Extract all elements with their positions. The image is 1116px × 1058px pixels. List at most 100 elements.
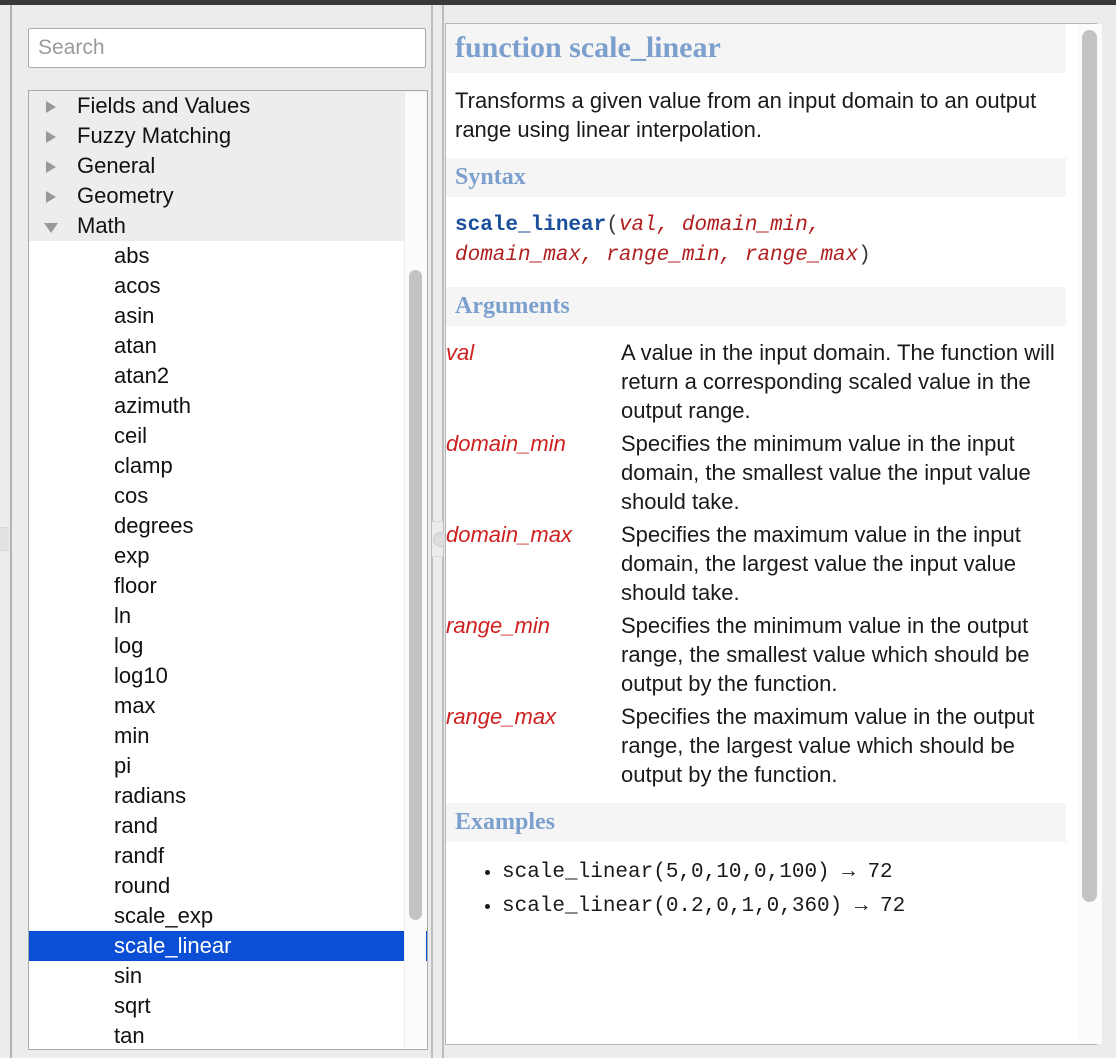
example-item: scale_linear(5,0,10,0,100) → 72 bbox=[502, 856, 1066, 890]
tree-item-atan[interactable]: atan bbox=[29, 331, 427, 361]
argument-row: range_minSpecifies the minimum value in … bbox=[446, 611, 1066, 702]
tree-category-fields-and-values[interactable]: Fields and Values bbox=[29, 91, 427, 121]
tree-item-label: atan bbox=[114, 331, 157, 361]
tree-item-label: acos bbox=[114, 271, 160, 301]
tree-item-min[interactable]: min bbox=[29, 721, 427, 751]
tree-item-label: ceil bbox=[114, 421, 147, 451]
tree-item-label: floor bbox=[114, 571, 157, 601]
tree-item-label: scale_linear bbox=[114, 931, 231, 961]
tree-item-label: abs bbox=[114, 241, 149, 271]
tree-scrollbar-track[interactable] bbox=[404, 92, 426, 1048]
doc-description: Transforms a given value from an input d… bbox=[446, 73, 1066, 158]
tree-item-label: asin bbox=[114, 301, 154, 331]
tree-item-label: azimuth bbox=[114, 391, 191, 421]
tree-item-tan[interactable]: tan bbox=[29, 1021, 427, 1049]
tree-item-label: log10 bbox=[114, 661, 168, 691]
chevron-right-icon[interactable] bbox=[46, 191, 56, 203]
syntax-close-paren: ) bbox=[858, 244, 871, 267]
tree-item-rand[interactable]: rand bbox=[29, 811, 427, 841]
tree-item-radians[interactable]: radians bbox=[29, 781, 427, 811]
doc-scrollbar-thumb[interactable] bbox=[1082, 30, 1097, 902]
tree-item-label: round bbox=[114, 871, 170, 901]
tree-item-floor[interactable]: floor bbox=[29, 571, 427, 601]
tree-item-label: radians bbox=[114, 781, 186, 811]
tree-item-log[interactable]: log bbox=[29, 631, 427, 661]
function-browser-panel: Fields and ValuesFuzzy MatchingGeneralGe… bbox=[12, 5, 430, 1058]
argument-name: val bbox=[446, 338, 621, 429]
tree-item-exp[interactable]: exp bbox=[29, 541, 427, 571]
tree-category-label: Fuzzy Matching bbox=[77, 121, 231, 151]
examples-list: scale_linear(5,0,10,0,100) → 72scale_lin… bbox=[446, 856, 1066, 924]
tree-item-ceil[interactable]: ceil bbox=[29, 421, 427, 451]
left-splitter-grip[interactable] bbox=[0, 527, 9, 551]
tree-item-cos[interactable]: cos bbox=[29, 481, 427, 511]
tree-item-ln[interactable]: ln bbox=[29, 601, 427, 631]
examples-heading: Examples bbox=[446, 803, 1066, 842]
splitter-grip[interactable] bbox=[432, 521, 443, 557]
tree-category-math[interactable]: Math bbox=[29, 211, 427, 241]
tree-item-degrees[interactable]: degrees bbox=[29, 511, 427, 541]
tree-item-label: sin bbox=[114, 961, 142, 991]
tree-item-atan2[interactable]: atan2 bbox=[29, 361, 427, 391]
tree-item-azimuth[interactable]: azimuth bbox=[29, 391, 427, 421]
chevron-right-icon[interactable] bbox=[46, 101, 56, 113]
doc-title: function scale_linear bbox=[446, 24, 1066, 73]
tree-item-abs[interactable]: abs bbox=[29, 241, 427, 271]
syntax-args-line2: domain_max, range_min, range_max bbox=[455, 244, 858, 267]
tree-item-label: degrees bbox=[114, 511, 194, 541]
tree-item-label: ln bbox=[114, 601, 131, 631]
tree-item-asin[interactable]: asin bbox=[29, 301, 427, 331]
tree-category-label: Fields and Values bbox=[77, 91, 250, 121]
tree-item-label: tan bbox=[114, 1021, 145, 1049]
function-tree-list: Fields and ValuesFuzzy MatchingGeneralGe… bbox=[29, 91, 427, 1049]
syntax-heading: Syntax bbox=[446, 158, 1066, 197]
tree-scrollbar-thumb[interactable] bbox=[409, 270, 422, 920]
function-tree[interactable]: Fields and ValuesFuzzy MatchingGeneralGe… bbox=[28, 90, 428, 1050]
argument-name: domain_max bbox=[446, 520, 621, 611]
documentation-panel: function scale_linear Transforms a given… bbox=[445, 23, 1097, 1045]
tree-item-sin[interactable]: sin bbox=[29, 961, 427, 991]
tree-category-general[interactable]: General bbox=[29, 151, 427, 181]
tree-item-randf[interactable]: randf bbox=[29, 841, 427, 871]
syntax-args-line1: val, domain_min, bbox=[619, 214, 821, 237]
argument-name: range_max bbox=[446, 702, 621, 793]
example-item: scale_linear(0.2,0,1,0,360) → 72 bbox=[502, 890, 1066, 924]
syntax-block: scale_linear(val, domain_min, domain_max… bbox=[446, 197, 1066, 287]
tree-item-label: pi bbox=[114, 751, 131, 781]
tree-item-round[interactable]: round bbox=[29, 871, 427, 901]
tree-item-scale_exp[interactable]: scale_exp bbox=[29, 901, 427, 931]
tree-category-label: General bbox=[77, 151, 155, 181]
tree-category-label: Math bbox=[77, 211, 126, 241]
argument-row: domain_maxSpecifies the maximum value in… bbox=[446, 520, 1066, 611]
tree-category-label: Geometry bbox=[77, 181, 174, 211]
tree-item-pi[interactable]: pi bbox=[29, 751, 427, 781]
tree-item-scale_linear[interactable]: scale_linear bbox=[29, 931, 427, 961]
argument-name: domain_min bbox=[446, 429, 621, 520]
tree-item-label: log bbox=[114, 631, 143, 661]
left-edge-splitter[interactable] bbox=[0, 5, 10, 1058]
tree-category-geometry[interactable]: Geometry bbox=[29, 181, 427, 211]
tree-item-sqrt[interactable]: sqrt bbox=[29, 991, 427, 1021]
tree-item-label: rand bbox=[114, 811, 158, 841]
tree-item-label: atan2 bbox=[114, 361, 169, 391]
argument-name: range_min bbox=[446, 611, 621, 702]
tree-item-acos[interactable]: acos bbox=[29, 271, 427, 301]
tree-item-log10[interactable]: log10 bbox=[29, 661, 427, 691]
search-input[interactable] bbox=[28, 28, 426, 68]
chevron-right-icon[interactable] bbox=[46, 131, 56, 143]
tree-item-clamp[interactable]: clamp bbox=[29, 451, 427, 481]
chevron-right-icon[interactable] bbox=[46, 161, 56, 173]
argument-description: Specifies the minimum value in the input… bbox=[621, 429, 1066, 520]
panel-splitter[interactable] bbox=[430, 5, 445, 1058]
tree-item-label: min bbox=[114, 721, 149, 751]
tree-item-label: exp bbox=[114, 541, 149, 571]
argument-row: valA value in the input domain. The func… bbox=[446, 338, 1066, 429]
tree-item-max[interactable]: max bbox=[29, 691, 427, 721]
chevron-down-icon[interactable] bbox=[44, 223, 58, 233]
argument-description: Specifies the maximum value in the outpu… bbox=[621, 702, 1066, 793]
argument-description: Specifies the maximum value in the input… bbox=[621, 520, 1066, 611]
tree-item-label: sqrt bbox=[114, 991, 151, 1021]
arguments-table: valA value in the input domain. The func… bbox=[446, 338, 1066, 793]
tree-category-fuzzy-matching[interactable]: Fuzzy Matching bbox=[29, 121, 427, 151]
tree-item-label: max bbox=[114, 691, 156, 721]
